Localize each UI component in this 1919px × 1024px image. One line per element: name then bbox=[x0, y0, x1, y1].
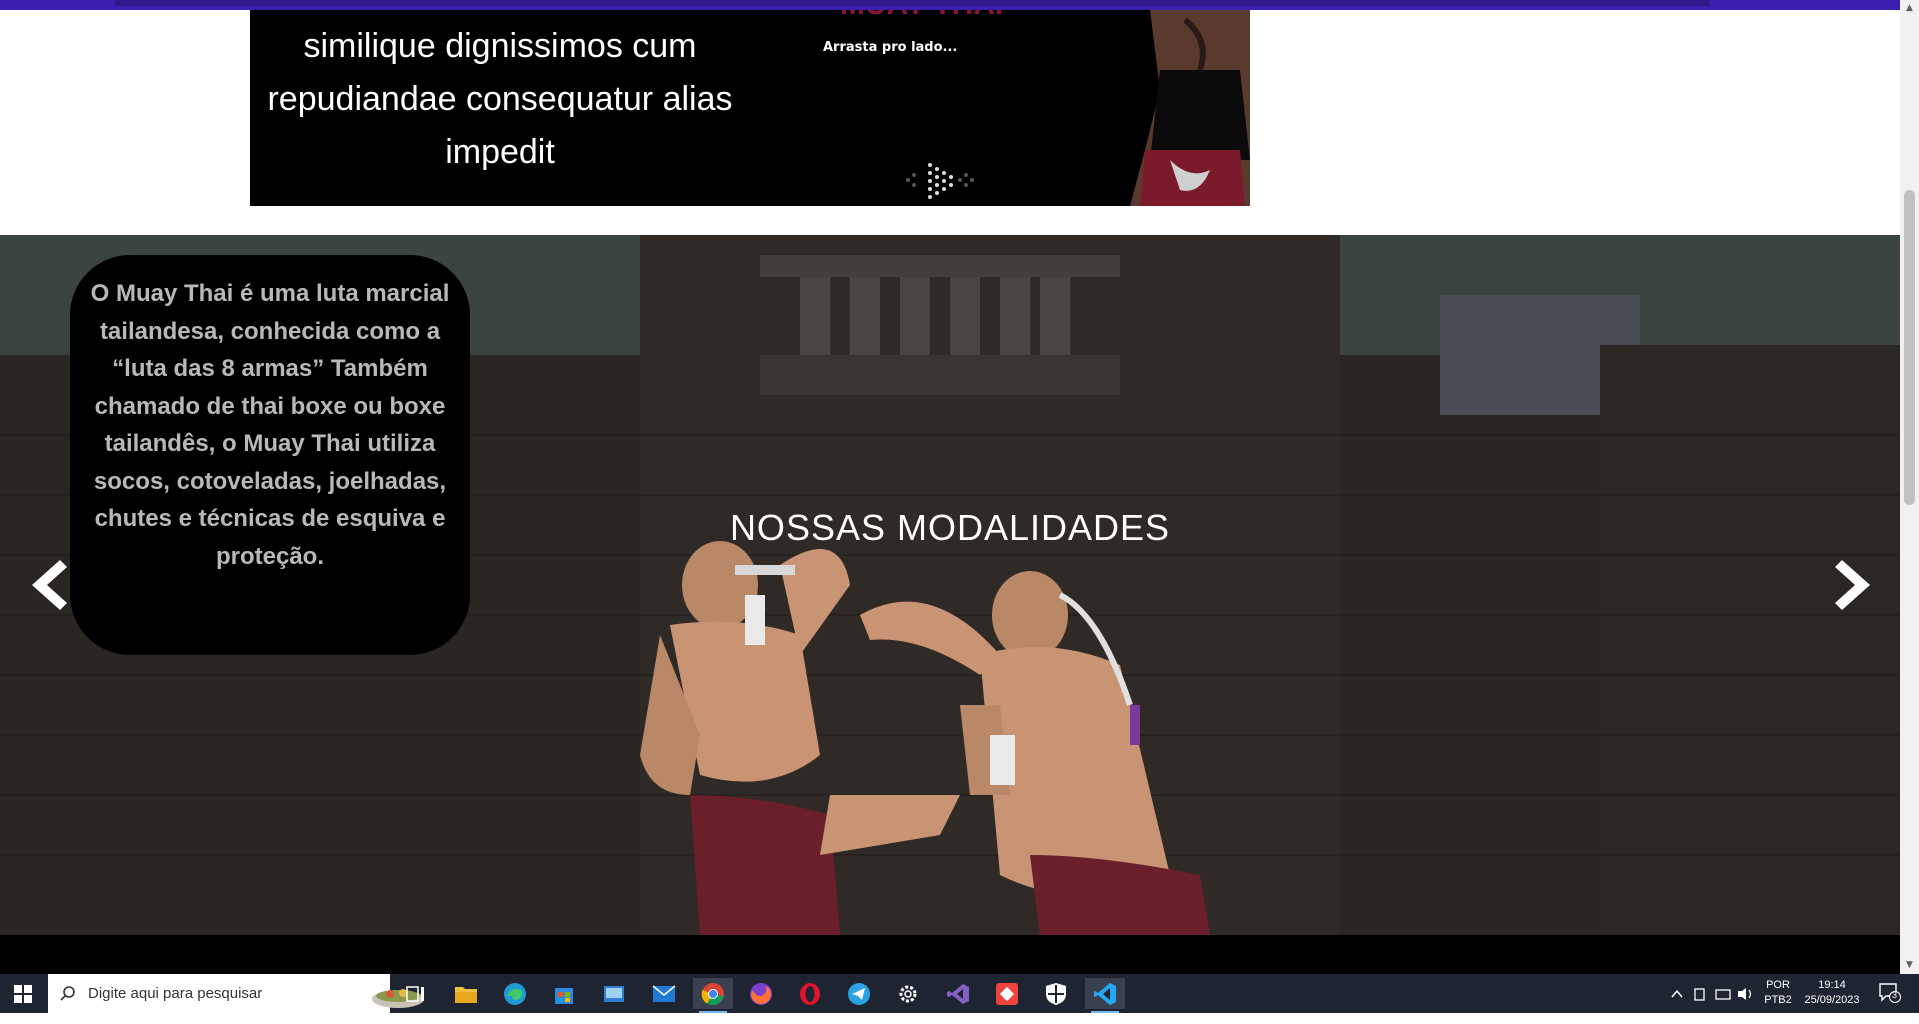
task-view-icon[interactable] bbox=[396, 978, 436, 1009]
keyboard-layout: PTB2 bbox=[1764, 994, 1792, 1006]
defender-shield-icon[interactable] bbox=[1036, 978, 1076, 1009]
search-icon bbox=[60, 986, 75, 1001]
scroll-up-icon[interactable]: ▲ bbox=[1900, 0, 1919, 17]
microsoft-store-icon[interactable] bbox=[544, 978, 584, 1009]
taskbar-search-box[interactable]: Digite aqui para pesquisar bbox=[48, 974, 424, 1013]
banner-text: similique dignissimos cum repudiandae co… bbox=[267, 27, 733, 171]
vscode-icon[interactable] bbox=[1085, 978, 1125, 1013]
visual-studio-icon[interactable] bbox=[938, 978, 978, 1009]
system-tray-icons[interactable] bbox=[1668, 985, 1758, 1024]
browser-viewport: MUAY THAI similique dignissimos cum repu… bbox=[0, 0, 1900, 974]
file-explorer-icon[interactable] bbox=[446, 978, 486, 1009]
page-scrollbar[interactable]: ▲ ▼ bbox=[1900, 0, 1919, 974]
site-header-bar bbox=[0, 0, 1900, 10]
header-inner bbox=[115, 0, 1710, 6]
next-section-strip bbox=[0, 935, 1900, 974]
section-title: NOSSAS MODALIDADES bbox=[729, 507, 1171, 548]
firefox-icon[interactable] bbox=[741, 978, 781, 1009]
windows-taskbar: Digite aqui para pesquisar POR PTB2 19:1… bbox=[0, 974, 1919, 1013]
language-code: POR bbox=[1766, 979, 1790, 991]
chevron-left-icon[interactable] bbox=[22, 555, 72, 615]
edge-icon[interactable] bbox=[495, 978, 535, 1009]
banner-heading: MUAY THAI bbox=[840, 10, 1003, 22]
system-clock[interactable]: 19:14 25/09/2023 bbox=[1797, 978, 1867, 1017]
notification-center-icon[interactable]: 3 bbox=[1878, 982, 1902, 1021]
scroll-down-icon[interactable]: ▼ bbox=[1900, 957, 1919, 974]
search-placeholder: Digite aqui para pesquisar bbox=[88, 985, 263, 1002]
chrome-icon[interactable] bbox=[693, 978, 733, 1013]
mail-icon[interactable] bbox=[644, 978, 684, 1009]
clock-date: 25/09/2023 bbox=[1804, 994, 1860, 1006]
paint-icon[interactable] bbox=[594, 978, 634, 1009]
anydesk-icon[interactable] bbox=[987, 978, 1027, 1009]
fighter-photo bbox=[1130, 10, 1250, 206]
clock-time: 19:14 bbox=[1818, 979, 1846, 991]
chevron-right-icon[interactable] bbox=[1830, 555, 1880, 615]
notification-count: 3 bbox=[1892, 990, 1898, 1000]
settings-gear-icon[interactable] bbox=[888, 978, 928, 1009]
input-language[interactable]: POR PTB2 bbox=[1763, 978, 1793, 1017]
scroll-thumb[interactable] bbox=[1904, 190, 1915, 505]
promo-banner: MUAY THAI similique dignissimos cum repu… bbox=[250, 10, 1250, 206]
telegram-icon[interactable] bbox=[839, 978, 879, 1009]
modalities-hero: O Muay Thai é uma luta marcial tailandes… bbox=[0, 235, 1900, 935]
muay-thai-description: O Muay Thai é uma luta marcial tailandes… bbox=[90, 280, 450, 570]
info-card: O Muay Thai é uma luta marcial tailandes… bbox=[70, 255, 470, 655]
swipe-arrows-icon bbox=[906, 163, 974, 199]
banner-hint: Arrasta pro lado... bbox=[823, 40, 958, 55]
opera-icon[interactable] bbox=[790, 978, 830, 1009]
windows-start-icon[interactable] bbox=[0, 974, 46, 1013]
